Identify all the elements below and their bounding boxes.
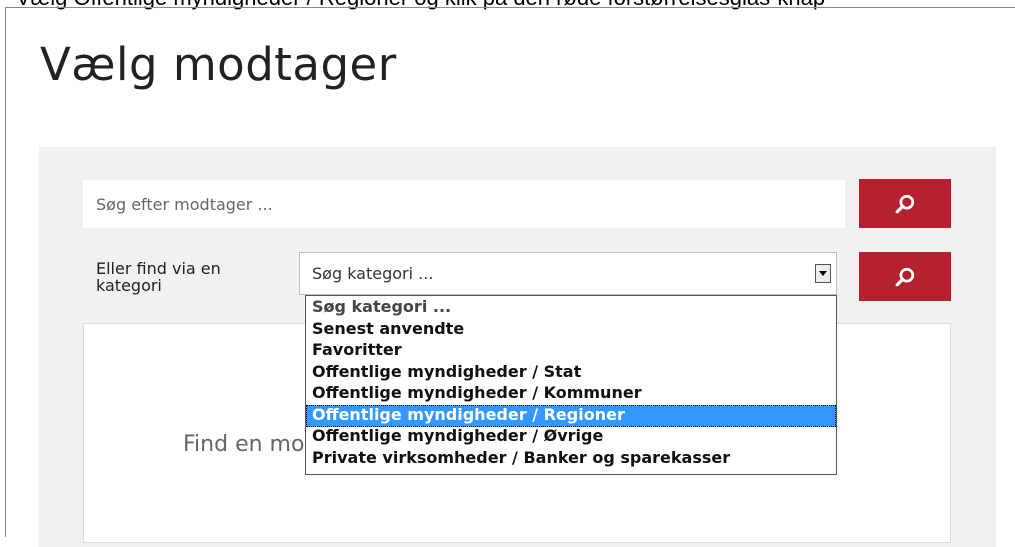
chevron-down-icon[interactable]: [815, 264, 831, 283]
category-label: Eller find via en kategori: [96, 259, 221, 295]
dropdown-option[interactable]: Senest anvendte: [306, 319, 836, 341]
dropdown-option-highlighted[interactable]: Offentlige myndigheder / Regioner: [306, 404, 836, 427]
search-input[interactable]: [83, 180, 845, 228]
dropdown-option[interactable]: Favoritter: [306, 340, 836, 362]
dropdown-option[interactable]: Offentlige myndigheder / Øvrige: [306, 426, 836, 448]
category-dropdown-list[interactable]: Søg kategori ... Senest anvendte Favorit…: [305, 295, 837, 475]
category-select-value: Søg kategori ...: [312, 264, 434, 283]
dropdown-option[interactable]: Offentlige myndigheder / Stat: [306, 362, 836, 384]
dropdown-option[interactable]: Offentlige myndigheder / Kommuner: [306, 383, 836, 405]
page-title: Vælg modtager: [40, 38, 397, 91]
category-search-button[interactable]: [859, 252, 951, 301]
search-icon: [895, 194, 915, 213]
category-select[interactable]: Søg kategori ...: [299, 252, 837, 295]
dropdown-option[interactable]: Private virksomheder / Banker og spareka…: [306, 448, 836, 470]
dropdown-option[interactable]: Søg kategori ...: [306, 297, 836, 319]
search-button[interactable]: [859, 179, 951, 228]
search-icon: [895, 267, 915, 286]
